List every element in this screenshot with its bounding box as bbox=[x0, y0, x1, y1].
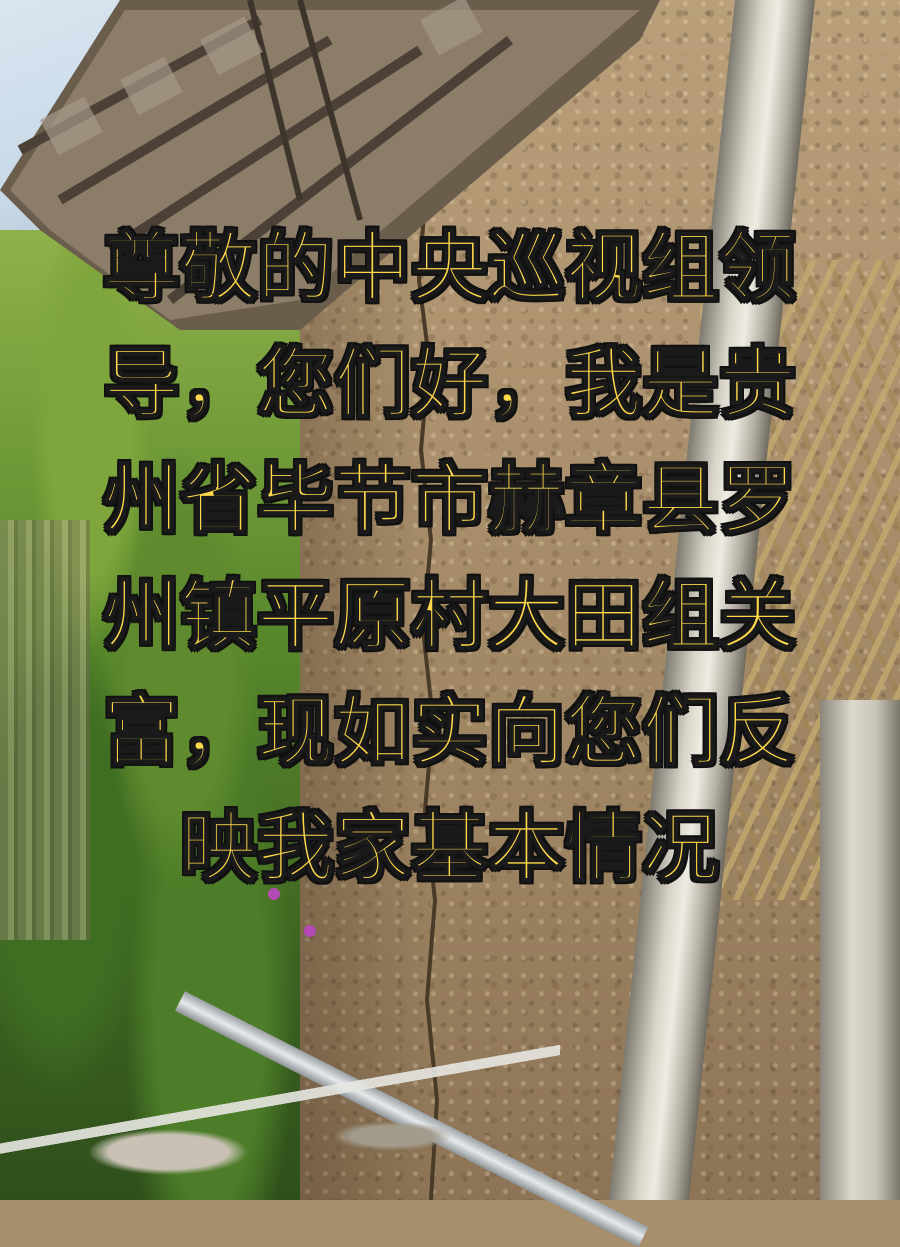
purple-flower bbox=[304, 925, 316, 937]
caption-line: 富，现如实向您们反 bbox=[103, 686, 797, 777]
caption-line: 映我家基本情况 bbox=[180, 802, 720, 893]
caption-overlay: 尊敬的中央巡视组领 导，您们好，我是贵 州省毕节市赫章县罗 州镇平原村大田组关 … bbox=[52, 210, 848, 906]
ground-debris bbox=[0, 1040, 560, 1200]
caption-line: 尊敬的中央巡视组领 bbox=[103, 222, 797, 313]
caption-line: 导，您们好，我是贵 bbox=[103, 338, 797, 429]
caption-line: 州镇平原村大田组关 bbox=[103, 570, 797, 661]
caption-line: 州省毕节市赫章县罗 bbox=[103, 454, 797, 545]
